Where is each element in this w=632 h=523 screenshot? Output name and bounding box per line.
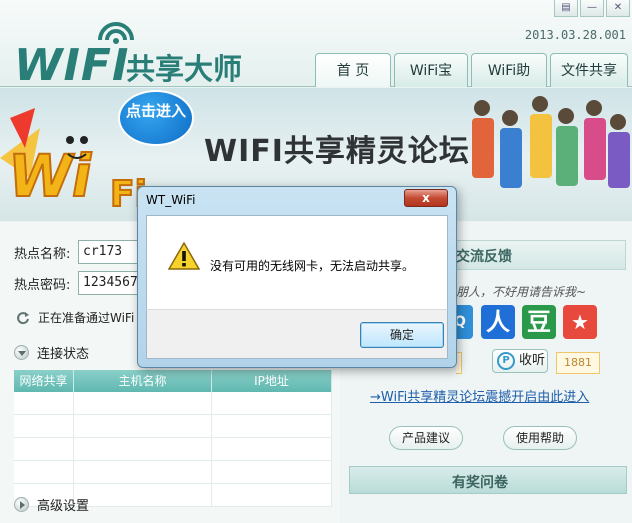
app-header: WIFI 共享大师 ▤ — ✕ 2013.03.28.001 首 页 WiFi宝…	[0, 0, 632, 113]
advanced-settings-section[interactable]: 高级设置	[14, 495, 89, 514]
connection-status-label: 连接状态	[37, 347, 90, 362]
dialog-title: WT_WiFi	[146, 193, 196, 207]
table-row	[14, 415, 332, 438]
table-header: 网络共享 主机名称 IP地址	[14, 370, 332, 392]
status-text: 正在准备通过WiFi	[38, 311, 135, 325]
forum-link[interactable]: →WiFi共享精灵论坛震撼开启由此进入	[370, 386, 589, 405]
warning-icon	[168, 241, 200, 270]
renren-icon[interactable]: 人	[481, 305, 515, 339]
refresh-icon	[17, 311, 29, 324]
feedback-slogan: 朋人，不好用请告诉我~	[456, 285, 587, 299]
product-suggestion-button[interactable]: 产品建议	[389, 426, 464, 450]
crowd-illustration	[472, 96, 630, 188]
expand-icon	[14, 345, 29, 360]
tab-wifi-assistant[interactable]: WiFi助手	[471, 53, 547, 113]
table-row	[14, 392, 332, 415]
version-label: 2013.03.28.001	[524, 28, 626, 42]
main-tabs: 首 页 WiFi宝库 WiFi助手 文件共享	[312, 53, 628, 113]
tab-wifi-library[interactable]: WiFi宝库	[394, 53, 468, 113]
feedback-title: 交流反馈	[456, 249, 512, 265]
logo-wifi-text: WIFI	[14, 40, 130, 91]
douban-icon[interactable]: 豆	[522, 305, 556, 339]
window-controls: ▤ — ✕	[552, 0, 630, 17]
status-row: 正在准备通过WiFi	[16, 309, 134, 326]
help-button[interactable]: 使用帮助	[503, 426, 578, 450]
table-row	[14, 461, 332, 484]
tab-home[interactable]: 首 页	[315, 53, 391, 87]
listen-label: 收听	[519, 353, 546, 368]
advanced-settings-label: 高级设置	[37, 499, 90, 514]
click-enter-bubble[interactable]: 点击进入	[118, 90, 194, 146]
hotspot-name-label: 热点名称:	[14, 246, 71, 262]
svg-text:Wi: Wi	[3, 142, 99, 209]
hotspot-password-label: 热点密码:	[14, 277, 71, 293]
tab-file-sharing[interactable]: 文件共享	[550, 53, 628, 87]
listen-button[interactable]: P 收听	[492, 349, 548, 373]
ok-button[interactable]: 确定	[360, 322, 444, 348]
column-header[interactable]: 主机名称	[74, 370, 212, 392]
app-logo: WIFI 共享大师	[14, 16, 254, 91]
expand-icon	[14, 497, 29, 512]
kaixin-icon[interactable]: ★	[563, 305, 597, 339]
table-row	[14, 438, 332, 461]
menu-icon[interactable]: ▤	[554, 0, 578, 17]
logo-cn-text: 共享大师	[126, 52, 243, 86]
banner-title: WIFI共享精灵论坛	[204, 134, 470, 169]
error-dialog: WT_WiFi x 没有可用的无线网卡，无法启动共享。 确定	[137, 186, 457, 368]
minimize-icon[interactable]: —	[580, 0, 604, 17]
weibo-listen-icon: P	[497, 352, 515, 370]
clients-table: 网络共享 主机名称 IP地址	[14, 370, 332, 507]
close-icon[interactable]: ✕	[606, 0, 630, 17]
column-header[interactable]: IP地址	[212, 370, 332, 392]
column-header[interactable]: 网络共享	[14, 370, 74, 392]
dialog-message: 没有可用的无线网卡，无法启动共享。	[210, 259, 415, 273]
listen-count: 1881	[556, 352, 600, 374]
dialog-close-button[interactable]: x	[404, 189, 448, 207]
connection-status-section[interactable]: 连接状态	[14, 343, 89, 362]
survey-label: 有奖问卷	[452, 475, 508, 491]
